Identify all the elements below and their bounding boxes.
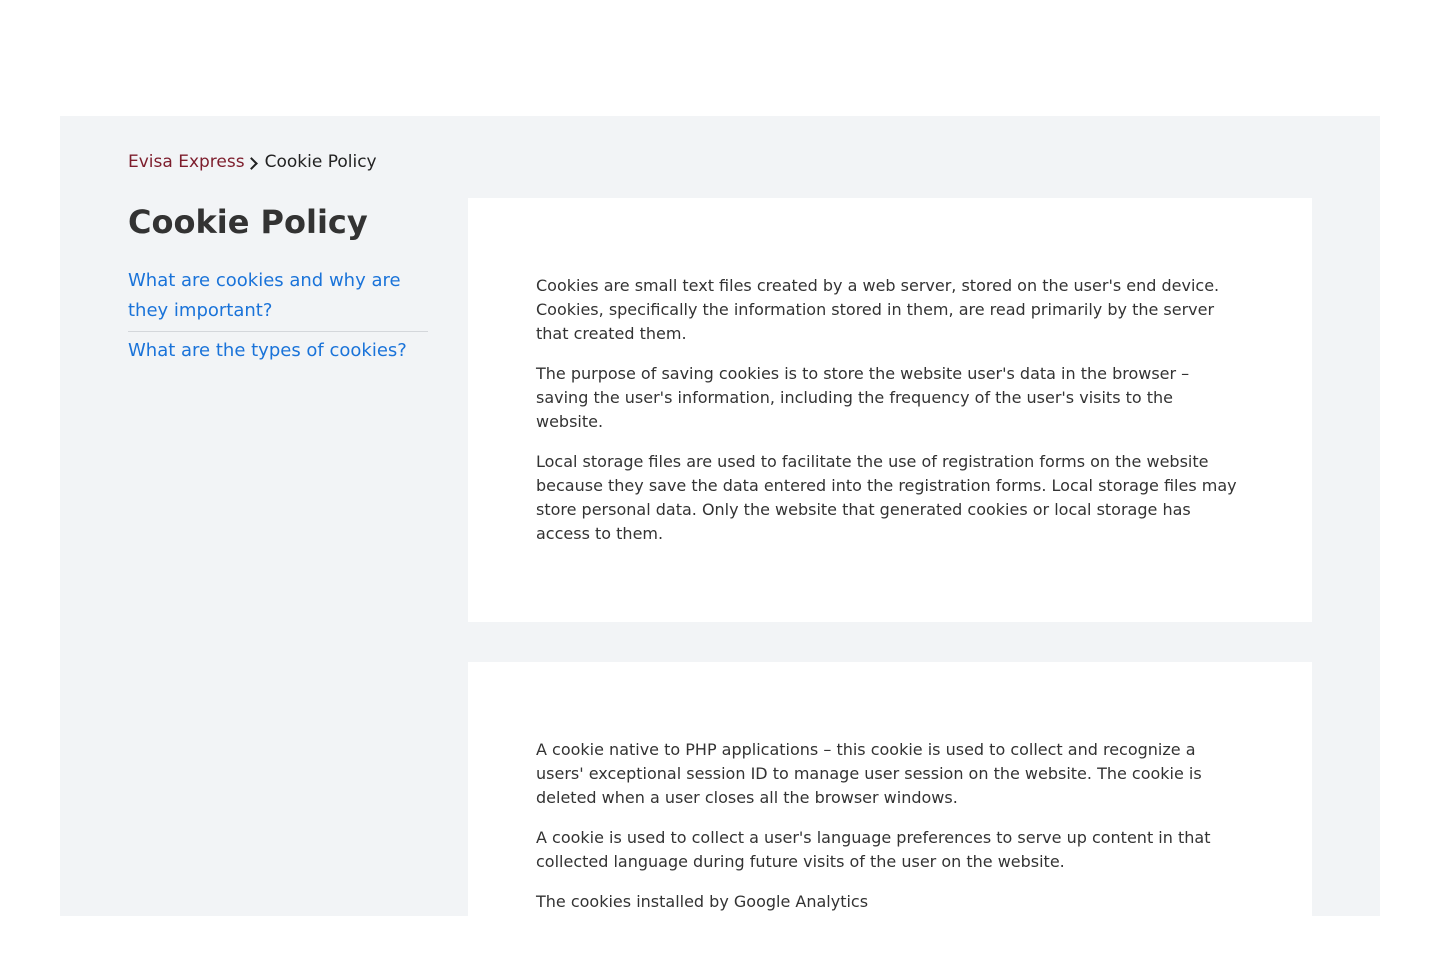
section-paragraph: A cookie is used to collect a user's lan… (536, 828, 1211, 871)
page-title: Cookie Policy (128, 203, 368, 241)
section-what-are-cookies: Cookies are small text files created by … (468, 198, 1312, 622)
page-container: Evisa Express Cookie Policy Cookie Polic… (60, 116, 1380, 962)
toc-link-what-are-cookies[interactable]: What are cookies and why are they import… (128, 266, 428, 326)
toc-link-types-of-cookies[interactable]: What are the types of cookies? (128, 336, 428, 366)
table-of-contents: What are cookies and why are they import… (128, 266, 428, 366)
section-paragraph: The purpose of saving cookies is to stor… (536, 364, 1190, 431)
section-paragraph: Cookies are small text files created by … (536, 276, 1220, 343)
sidebar: Cookie Policy What are cookies and why a… (128, 200, 428, 366)
section-paragraph: The cookies installed by Google Analytic… (536, 892, 869, 911)
section-paragraph: A cookie native to PHP applications – th… (536, 740, 1202, 807)
chevron-right-icon (244, 156, 258, 170)
breadcrumb-home-link[interactable]: Evisa Express (128, 152, 245, 172)
section-paragraph: Local storage files are used to facilita… (536, 452, 1237, 543)
breadcrumb: Evisa Express Cookie Policy (128, 152, 377, 172)
toc-divider (128, 331, 428, 332)
breadcrumb-current: Cookie Policy (264, 152, 377, 172)
section-types-of-cookies: A cookie native to PHP applications – th… (468, 662, 1312, 962)
